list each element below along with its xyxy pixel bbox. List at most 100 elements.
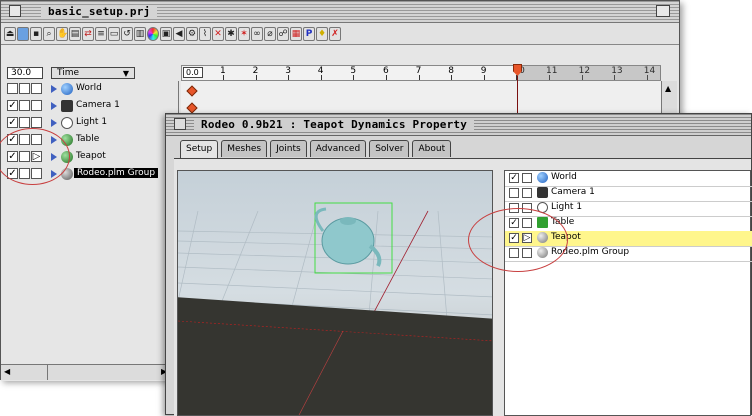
disclosure-triangle-icon[interactable] [51,102,57,110]
dynamics-checkbox[interactable] [522,188,532,198]
visible-checkbox[interactable] [7,83,18,94]
time-mode-dropdown[interactable]: Time ▼ [51,67,135,79]
horizontal-scrollbar[interactable]: ◀ ▶ [1,364,179,380]
disclosure-triangle-icon[interactable] [51,119,57,127]
joint-icon[interactable]: ⚙ [186,26,198,41]
object-label: Camera 1 [551,187,595,197]
time-controls: 30.0 Time ▼ 1234567891011121314 0.0 [1,45,679,81]
tab-bar: Setup Meshes Joints Advanced Solver About [180,140,454,158]
zoom-box[interactable] [656,5,670,17]
globe-tool-icon[interactable] [17,26,29,41]
ruler-tick [386,75,387,80]
delete-icon[interactable]: ✗ [329,26,341,41]
tab-advanced[interactable]: Advanced [309,140,367,157]
time-mode-value: Time [57,68,80,78]
parking-icon[interactable]: P [303,26,315,41]
close-box[interactable] [9,5,21,17]
film-icon[interactable]: ▤ [69,26,81,41]
project-titlebar[interactable]: basic_setup.prj [1,1,679,23]
ruler-tick [451,75,453,80]
ruler-tick [255,75,257,80]
undo-icon[interactable]: ↺ [121,26,133,41]
grid-icon[interactable]: ▦ [290,26,302,41]
object-label: World [551,172,577,182]
globe-icon [61,83,73,95]
ruler-tick [483,75,485,80]
globe-icon [537,172,548,183]
track-label: Camera 1 [76,100,120,110]
lock-checkbox[interactable] [19,83,30,94]
lock-checkbox[interactable] [19,100,30,111]
close-box[interactable] [174,118,186,130]
zoom-icon[interactable]: ⌕ [43,26,55,41]
tab-solver[interactable]: Solver [369,140,410,157]
playhead-line [517,76,518,116]
track-row[interactable]: ✓ Camera 1 [1,98,179,115]
track-label: Teapot [76,151,106,161]
annotation-circle [468,208,568,272]
object-track-list: World ✓ Camera 1 ✓ Light 1 ✓ Table ✓ ▷ Teapot ✓ Rod… [1,81,179,381]
track-label: Light 1 [76,117,108,127]
enable-checkbox[interactable]: ✓ [509,173,519,183]
dynamics-checkbox[interactable] [522,173,532,183]
keyframe-marker[interactable] [186,102,198,114]
toolbar: ⏏ ▪ ⌕ ✋ ▤ ⇄ ≡ ▭ ↺ ▥ ▣ ◀ ⚙ ⌇ ✕ ✱ ✶ ∞ ⌀ ☍ … [1,23,679,45]
list-icon[interactable]: ≡ [95,26,107,41]
object-row[interactable]: Camera 1 [505,186,752,201]
save-icon[interactable]: ▭ [108,26,120,41]
color-wheel-icon[interactable] [147,26,159,41]
enable-checkbox[interactable] [509,188,519,198]
object-row[interactable]: ✓ World [505,171,752,186]
box-icon[interactable]: ▣ [160,26,172,41]
time-field[interactable]: 0.0 [183,67,203,78]
frame-rate-field[interactable]: 30.0 [7,67,43,79]
time-ruler[interactable]: 1234567891011121314 [181,65,661,81]
ruler-tick [418,75,420,80]
hierarchy-icon[interactable]: ☍ [277,26,289,41]
tab-about[interactable]: About [412,140,452,157]
scroll-left-icon[interactable]: ◀ [4,367,10,376]
ruler-tick [353,75,355,80]
project-title: basic_setup.prj [41,5,158,18]
unlink-icon[interactable]: ⌀ [264,26,276,41]
object-list: ✓ World Camera 1 Light 1 ✓ Table ✓ ▷ Teapot Rodeo… [504,170,752,416]
track-label: Table [76,134,100,144]
swap-icon[interactable]: ⇄ [82,26,94,41]
keyframe-marker[interactable] [186,85,198,97]
teapot-object[interactable] [178,171,493,416]
tab-setup[interactable]: Setup [180,140,219,158]
disclosure-triangle-icon[interactable] [51,85,57,93]
render-icon[interactable]: ▥ [134,26,146,41]
eject-icon[interactable]: ⏏ [4,26,16,41]
bulb-icon[interactable]: ♦ [316,26,328,41]
pan-icon[interactable]: ✋ [56,26,68,41]
lock-checkbox[interactable] [19,117,30,128]
chevron-down-icon: ▼ [122,69,129,78]
visible-checkbox[interactable]: ✓ [7,117,18,128]
spring-icon[interactable]: ⌇ [199,26,211,41]
track-label: World [76,83,102,93]
dynamics-checkbox[interactable] [31,83,42,94]
scroll-up-icon[interactable]: ▲ [665,84,671,93]
dynamics-checkbox[interactable] [31,117,42,128]
cross-icon[interactable]: ✕ [212,26,224,41]
camera-icon [537,187,548,198]
track-row[interactable]: World [1,81,179,98]
dynamics-title: Rodeo 0.9b21 : Teapot Dynamics Property [194,118,475,131]
dynamics-checkbox[interactable] [31,100,42,111]
sound-icon[interactable]: ◀ [173,26,185,41]
star-icon[interactable]: ✶ [238,26,250,41]
tab-meshes[interactable]: Meshes [221,140,268,157]
dynamics-property-window: Rodeo 0.9b21 : Teapot Dynamics Property … [165,113,752,416]
light-icon [61,117,73,129]
lock-icon[interactable]: ▪ [30,26,42,41]
ruler-tick [320,75,322,80]
track-label: Rodeo.plm Group [74,168,159,178]
figure-icon[interactable]: ✱ [225,26,237,41]
3d-viewport[interactable] [177,170,493,416]
ruler-out-range [518,66,661,80]
tab-joints[interactable]: Joints [270,140,307,157]
dynamics-titlebar[interactable]: Rodeo 0.9b21 : Teapot Dynamics Property [166,114,751,136]
link-icon[interactable]: ∞ [251,26,263,41]
visible-checkbox[interactable]: ✓ [7,100,18,111]
